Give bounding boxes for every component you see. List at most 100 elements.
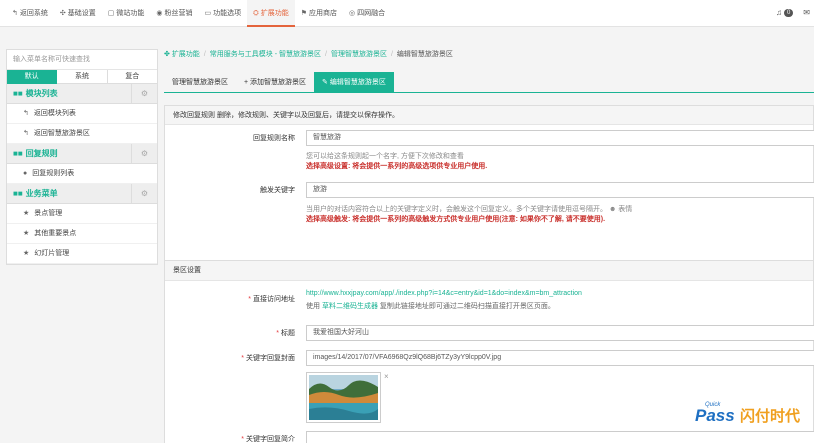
star-icon: ★ [23, 230, 30, 237]
direct-url-link[interactable]: http://www.hxxjpay.com/app/./index.php?i… [306, 290, 582, 297]
sidebar-item-return-modules[interactable]: ↰ 返回模块列表 [7, 104, 157, 124]
section-title: 回复规则 [25, 149, 58, 158]
sidebar-item-label: 回复规则列表 [32, 170, 75, 177]
rule-name-advanced-link[interactable]: 选择高级设置: 将会提供一系列的高级选项供专业用户使用. [306, 161, 487, 171]
sidebar-item-other-spots[interactable]: ★ 其他重要景点 [7, 224, 157, 244]
options-icon: ▭ [204, 10, 212, 17]
sidebar-item-label: 幻灯片管理 [34, 250, 70, 257]
sidebar-item-return-scenic[interactable]: ↰ 返回智慧旅游景区 [7, 124, 157, 144]
title-label: * 标题 [276, 330, 295, 337]
tab-manage-scenic[interactable]: 管理智慧旅游景区 [164, 72, 236, 93]
nav-label: 粉丝营销 [164, 10, 193, 17]
qrcode-generator-link[interactable]: 草料二维码生成器 [322, 303, 378, 310]
sidebar-item-scenic-spots[interactable]: ★ 景点管理 [7, 204, 157, 224]
chat-icon[interactable]: ✉ [803, 8, 810, 17]
emoji-icon[interactable]: ☻ [609, 206, 616, 213]
sidebar-tab-system[interactable]: 系统 [57, 70, 108, 84]
breadcrumb: ✤ 扩展功能 / 常用服务与工具模块 - 智慧旅游景区 / 管理智慧旅游景区 / 编辑智慧旅… [164, 51, 453, 58]
return-icon: ↰ [12, 10, 18, 17]
section-module-list[interactable]: ■■ 模块列表 ⚙ [7, 84, 157, 104]
sidebar-item-label: 返回模块列表 [33, 110, 76, 117]
breadcrumb-item[interactable]: 常用服务与工具模块 - 智慧旅游景区 [210, 51, 321, 58]
sidebar-item-slides[interactable]: ★ 幻灯片管理 [7, 244, 157, 264]
brand-watermark-logo: Quick Pass 闪付时代 [693, 399, 811, 427]
breadcrumb-item[interactable]: 扩展功能 [172, 51, 200, 58]
nav-app-store[interactable]: ⚑ 应用商店 [295, 0, 343, 27]
cover-input[interactable]: images/14/2017/07/VFA6968Qz9lQ68Bj6TZy3y… [306, 350, 814, 366]
section-business-menu[interactable]: ■■ 业务菜单 ⚙ [7, 184, 157, 204]
sidebar-search-input[interactable]: 输入菜单名称可快速查找 [7, 50, 157, 70]
sidebar-item-label: 景点管理 [34, 210, 63, 217]
close-icon[interactable]: × [384, 372, 389, 381]
nav-micro-site[interactable]: ▢ 微站功能 [102, 0, 151, 27]
top-nav-menu: ↰ 返回系统 ✣ 基础设置 ▢ 微站功能 ◉ 粉丝营销 ▭ 功能选项 ⛭ 扩展功能 ⚑ 应用商… [6, 0, 391, 27]
star-icon: ★ [23, 210, 30, 217]
tab-add-scenic[interactable]: + 添加智慧旅游景区 [236, 72, 314, 93]
store-icon: ⚑ [300, 10, 307, 17]
section-title: 业务菜单 [25, 189, 58, 198]
keyword-input[interactable]: 旅游 [306, 182, 814, 198]
url-label: * 直接访问地址 [248, 296, 295, 303]
sidebar-tab-composite[interactable]: 复合 [107, 70, 157, 84]
url-help: 使用 草料二维码生成器 复制此链接地址即可通过二维码扫描直接打开景区页面。 [306, 303, 555, 310]
nav-label: 返回系统 [19, 10, 48, 17]
nav-four-net[interactable]: ◎ 四网融合 [343, 0, 391, 27]
rule-name-help: 您可以给这条规则起一个名字, 方便下次修改和查看 [306, 153, 464, 160]
sidebar-item-label: 其他重要景点 [34, 230, 77, 237]
cover-label: * 关键字回复封面 [241, 355, 295, 362]
tab-edit-scenic[interactable]: ✎ 编辑智慧旅游景区 [314, 72, 394, 93]
site-icon: ▢ [107, 10, 115, 17]
nav-label: 功能选项 [213, 10, 242, 17]
top-navbar: ↰ 返回系统 ✣ 基础设置 ▢ 微站功能 ◉ 粉丝营销 ▭ 功能选项 ⛭ 扩展功能 ⚑ 应用商… [0, 0, 814, 27]
sidebar-item-reply-list[interactable]: ● 回复规则列表 [7, 164, 157, 184]
intro-label: * 关键字回复简介 [241, 436, 295, 443]
nav-label: 微站功能 [116, 10, 145, 17]
main-content: ✤ 扩展功能 / 常用服务与工具模块 - 智慧旅游景区 / 管理智慧旅游景区 / 编辑智慧旅… [164, 46, 814, 443]
grid-icon: ■■ [13, 149, 23, 158]
keyword-help: 当用户的对话内容符合以上的关键字定义时，会触发这个回复定义。多个关键字请使用逗号… [306, 204, 632, 214]
nav-fan-marketing[interactable]: ◉ 粉丝营销 [150, 0, 198, 27]
comments-icon: ● [23, 170, 28, 177]
sidebar-item-label: 返回智慧旅游景区 [33, 130, 90, 137]
nav-return-system[interactable]: ↰ 返回系统 [6, 0, 54, 27]
intro-textarea[interactable] [306, 431, 814, 443]
breadcrumb-item[interactable]: 管理智慧旅游景区 [331, 51, 387, 58]
gear-icon[interactable]: ⚙ [131, 84, 157, 103]
emoji-link[interactable]: 表情 [618, 206, 632, 213]
cover-image-preview [306, 372, 381, 423]
nav-label: 四网融合 [357, 10, 386, 17]
grid-icon: ■■ [13, 189, 23, 198]
rule-name-label: 回复规则名称 [253, 135, 295, 142]
breadcrumb-current: 编辑智慧旅游景区 [396, 51, 453, 58]
page-tabs: 管理智慧旅游景区 + 添加智慧旅游景区 ✎ 编辑智慧旅游景区 [164, 72, 814, 93]
landscape-image [309, 375, 378, 420]
rule-name-input[interactable]: 智慧旅游 [306, 130, 814, 146]
settings-icon: ✣ [59, 10, 66, 17]
nav-label: 应用商店 [309, 10, 337, 17]
keyword-label: 触发关键字 [260, 187, 295, 194]
panel-header: 修改回复规则 删除，修改规则、关键字以及回复后，请提交以保存操作。 [165, 106, 813, 125]
bell-icon[interactable]: ♫ [776, 8, 782, 17]
keyword-help-text: 当用户的对话内容符合以上的关键字定义时，会触发这个回复定义。多个关键字请使用逗号… [306, 206, 607, 213]
section-reply-rules[interactable]: ■■ 回复规则 ⚙ [7, 144, 157, 164]
cubes-icon: ✤ [164, 51, 172, 58]
gear-icon[interactable]: ⚙ [131, 184, 157, 203]
gear-icon[interactable]: ⚙ [131, 144, 157, 163]
network-icon: ◎ [349, 10, 356, 17]
keyword-advanced-link[interactable]: 选择高级触发: 将会提供一系列的高级触发方式供专业用户使用(注意: 如果你不了解… [306, 214, 605, 224]
nav-basic-settings[interactable]: ✣ 基础设置 [54, 0, 102, 27]
section-title: 模块列表 [25, 89, 58, 98]
edit-icon: ✎ [322, 79, 330, 86]
panel-header: 景区设置 [165, 261, 813, 281]
sidebar-tab-default[interactable]: 默认 [7, 70, 58, 84]
sidebar: 输入菜单名称可快速查找 默认 系统 复合 ■■ 模块列表 ⚙ ↰ 返回模块列表 ↰ 返… [6, 49, 158, 265]
sidebar-tabs: 默认 系统 复合 [7, 70, 157, 84]
star-icon: ★ [23, 250, 30, 257]
nav-function-options[interactable]: ▭ 功能选项 [198, 0, 247, 27]
reply-icon: ↰ [23, 130, 29, 137]
notification-badge: 0 [783, 8, 794, 17]
title-input[interactable]: 我爱祖国大好河山 [306, 325, 814, 341]
nav-label: 扩展功能 [260, 10, 289, 17]
nav-extension[interactable]: ⛭ 扩展功能 [247, 0, 295, 27]
top-right-tools: ♫ 0 ✉ [776, 8, 810, 17]
